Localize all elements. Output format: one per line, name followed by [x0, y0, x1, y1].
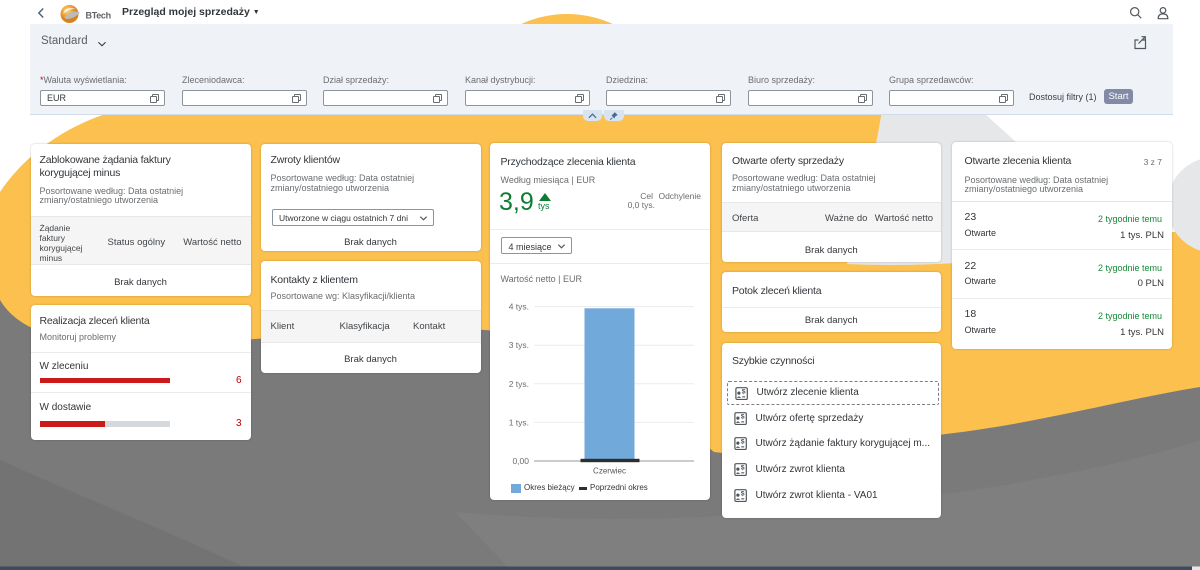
- svg-text:$: $: [740, 439, 744, 446]
- svg-text:$: $: [741, 389, 745, 396]
- svg-text:3 tys.: 3 tys.: [509, 340, 529, 350]
- svg-text:2 tys.: 2 tys.: [509, 378, 529, 388]
- svg-text:$: $: [740, 413, 744, 420]
- svg-text:Czerwiec: Czerwiec: [593, 466, 626, 475]
- svg-text:0,00: 0,00: [512, 456, 529, 466]
- svg-text:$: $: [740, 490, 744, 497]
- svg-text:1 tys.: 1 tys.: [509, 417, 529, 427]
- svg-text:$: $: [740, 465, 744, 472]
- svg-text:4 tys.: 4 tys.: [509, 301, 529, 311]
- svg-text:BTech: BTech: [86, 11, 111, 21]
